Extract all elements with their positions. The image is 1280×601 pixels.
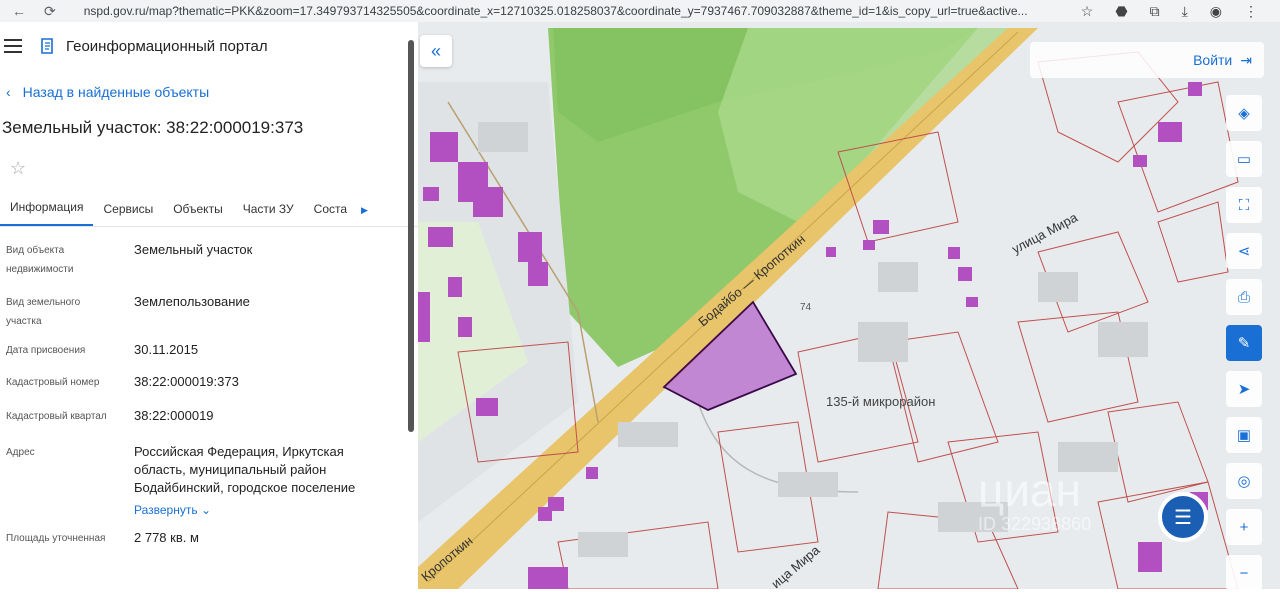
row-cad-number: Кадастровый номер 38:22:000019:373 — [0, 373, 418, 407]
land-use-label-2: участка — [6, 316, 42, 327]
cad-quarter-value[interactable]: 38:22:000019 — [134, 407, 418, 443]
watermark-text: циан — [978, 464, 1081, 516]
zoom-out-button[interactable]: − — [1226, 555, 1262, 591]
expand-address-button[interactable]: Развернуть ⌄ — [134, 501, 418, 519]
share-icon[interactable]: ⋖ — [1226, 233, 1262, 269]
tab-objects[interactable]: Объекты — [163, 202, 233, 226]
row-land-use: Вид земельного участка Землепользование — [0, 293, 418, 341]
login-button[interactable]: Войти ⇥ — [1030, 42, 1264, 78]
browser-address-bar: ← ⟳ nspd.gov.ru/map?thematic=PKK&zoom=17… — [0, 0, 1280, 22]
reload-icon[interactable]: ⟳ — [44, 3, 56, 20]
panel-scrollbar[interactable] — [408, 40, 414, 432]
page-title: Земельный участок: 38:22:000019:373 — [2, 118, 304, 137]
address-line-3: Бодайбинский, городское поселение — [134, 480, 356, 495]
row-object-type: Вид объекта недвижимости Земельный участ… — [0, 241, 418, 293]
land-use-label-1: Вид земельного — [6, 297, 81, 308]
info-panel: Геоинформационный портал ‹ Назад в найде… — [0, 22, 418, 589]
expand-label: Развернуть — [134, 503, 198, 517]
tab-parts[interactable]: Части ЗУ — [233, 202, 304, 226]
select-area-icon[interactable]: ⛶ — [1226, 187, 1262, 223]
zoom-in-button[interactable]: + — [1226, 509, 1262, 545]
row-area: Площадь уточненная 2 778 кв. м — [0, 529, 418, 557]
land-use-value: Землепользование — [134, 294, 250, 309]
back-link-label: Назад в найденные объекты — [22, 84, 210, 100]
chat-lines-icon: ☰ — [1174, 506, 1192, 529]
row-cad-quarter: Кадастровый квартал 38:22:000019 — [0, 407, 418, 443]
portal-logo-icon — [41, 38, 53, 54]
login-arrow-icon: ⇥ — [1240, 51, 1252, 68]
cad-number-label: Кадастровый номер — [6, 377, 100, 388]
geolocation-icon[interactable]: ◎ — [1226, 463, 1262, 499]
cad-quarter-label: Кадастровый квартал — [6, 411, 107, 422]
layers-icon[interactable]: ◈ — [1226, 95, 1262, 131]
tab-composition[interactable]: Соста — [304, 202, 357, 226]
tab-services[interactable]: Сервисы — [93, 202, 163, 226]
address-line-1: Российская Федерация, Иркутская — [134, 444, 344, 459]
object-type-label-1: Вид объекта — [6, 245, 65, 256]
chat-button[interactable]: ☰ — [1158, 492, 1208, 542]
date-value: 30.11.2015 — [134, 342, 199, 357]
chevron-left-icon: ‹ — [6, 84, 11, 100]
map-toolbar: ◈ ▭ ⛶ ⋖ ⎙ ✎ ➤ ▣ ◎ + − — [1226, 95, 1262, 601]
chat-assistant-icon[interactable]: ✎ — [1226, 325, 1262, 361]
row-date: Дата присвоения 30.11.2015 — [0, 341, 418, 373]
area-label: Площадь уточненная — [6, 533, 106, 544]
ruler-icon[interactable]: ▭ — [1226, 141, 1262, 177]
row-address: Адрес Российская Федерация, Иркутская об… — [0, 443, 418, 529]
tab-bar: Информация Сервисы Объекты Части ЗУ Сост… — [0, 187, 418, 227]
print-icon[interactable]: ⎙ — [1226, 279, 1262, 315]
date-label: Дата присвоения — [6, 345, 86, 356]
watermark-id: ID 322938860 — [978, 514, 1091, 534]
chevron-down-icon: ⌄ — [200, 503, 212, 517]
map-canvas[interactable]: Бодайбо — Кропоткин Кропоткин улица Мира… — [418, 22, 1280, 589]
locate-icon[interactable]: ➤ — [1226, 371, 1262, 407]
object-type-label-2: недвижимости — [6, 264, 74, 275]
info-rows: Вид объекта недвижимости Земельный участ… — [0, 241, 418, 557]
collapse-panel-button[interactable]: « — [420, 35, 452, 67]
download-icon[interactable]: ⤓ — [1182, 3, 1188, 20]
panel-header: Геоинформационный портал — [0, 22, 418, 70]
extension-icon[interactable]: ⬣ — [1115, 3, 1127, 20]
address-label: Адрес — [6, 447, 35, 458]
area-value: 2 778 кв. м — [134, 530, 199, 545]
portal-title: Геоинформационный портал — [66, 37, 268, 55]
back-arrow-icon[interactable]: ← — [12, 3, 26, 20]
back-to-results-link[interactable]: ‹ Назад в найденные объекты — [6, 84, 418, 100]
menu-icon[interactable] — [4, 39, 22, 53]
double-chevron-left-icon: « — [430, 40, 441, 61]
login-label: Войти — [1193, 52, 1233, 68]
tabs-scroll-right-icon[interactable]: ▶ — [357, 205, 372, 226]
map-svg: Бодайбо — Кропоткин Кропоткин улица Мира… — [418, 22, 1280, 589]
bookmark-star-icon[interactable]: ☆ — [1081, 3, 1094, 20]
url-field[interactable]: nspd.gov.ru/map?thematic=PKK&zoom=17.349… — [84, 4, 1069, 18]
puzzle-icon[interactable]: ⧉ — [1150, 3, 1160, 20]
object-type-value: Земельный участок — [134, 242, 253, 257]
cad-number-value[interactable]: 38:22:000019:373 — [134, 373, 418, 407]
address-line-2: область, муниципальный район — [134, 462, 327, 477]
district-label: 135-й микрорайон — [826, 394, 935, 409]
profile-icon[interactable]: ◉ — [1210, 3, 1222, 20]
minimap-icon[interactable]: ▣ — [1226, 417, 1262, 453]
tab-info[interactable]: Информация — [0, 200, 94, 226]
more-menu-icon[interactable]: ⋮ — [1244, 3, 1258, 20]
favorite-star-icon[interactable]: ☆ — [10, 158, 418, 179]
house-number-label: 74 — [800, 302, 812, 313]
